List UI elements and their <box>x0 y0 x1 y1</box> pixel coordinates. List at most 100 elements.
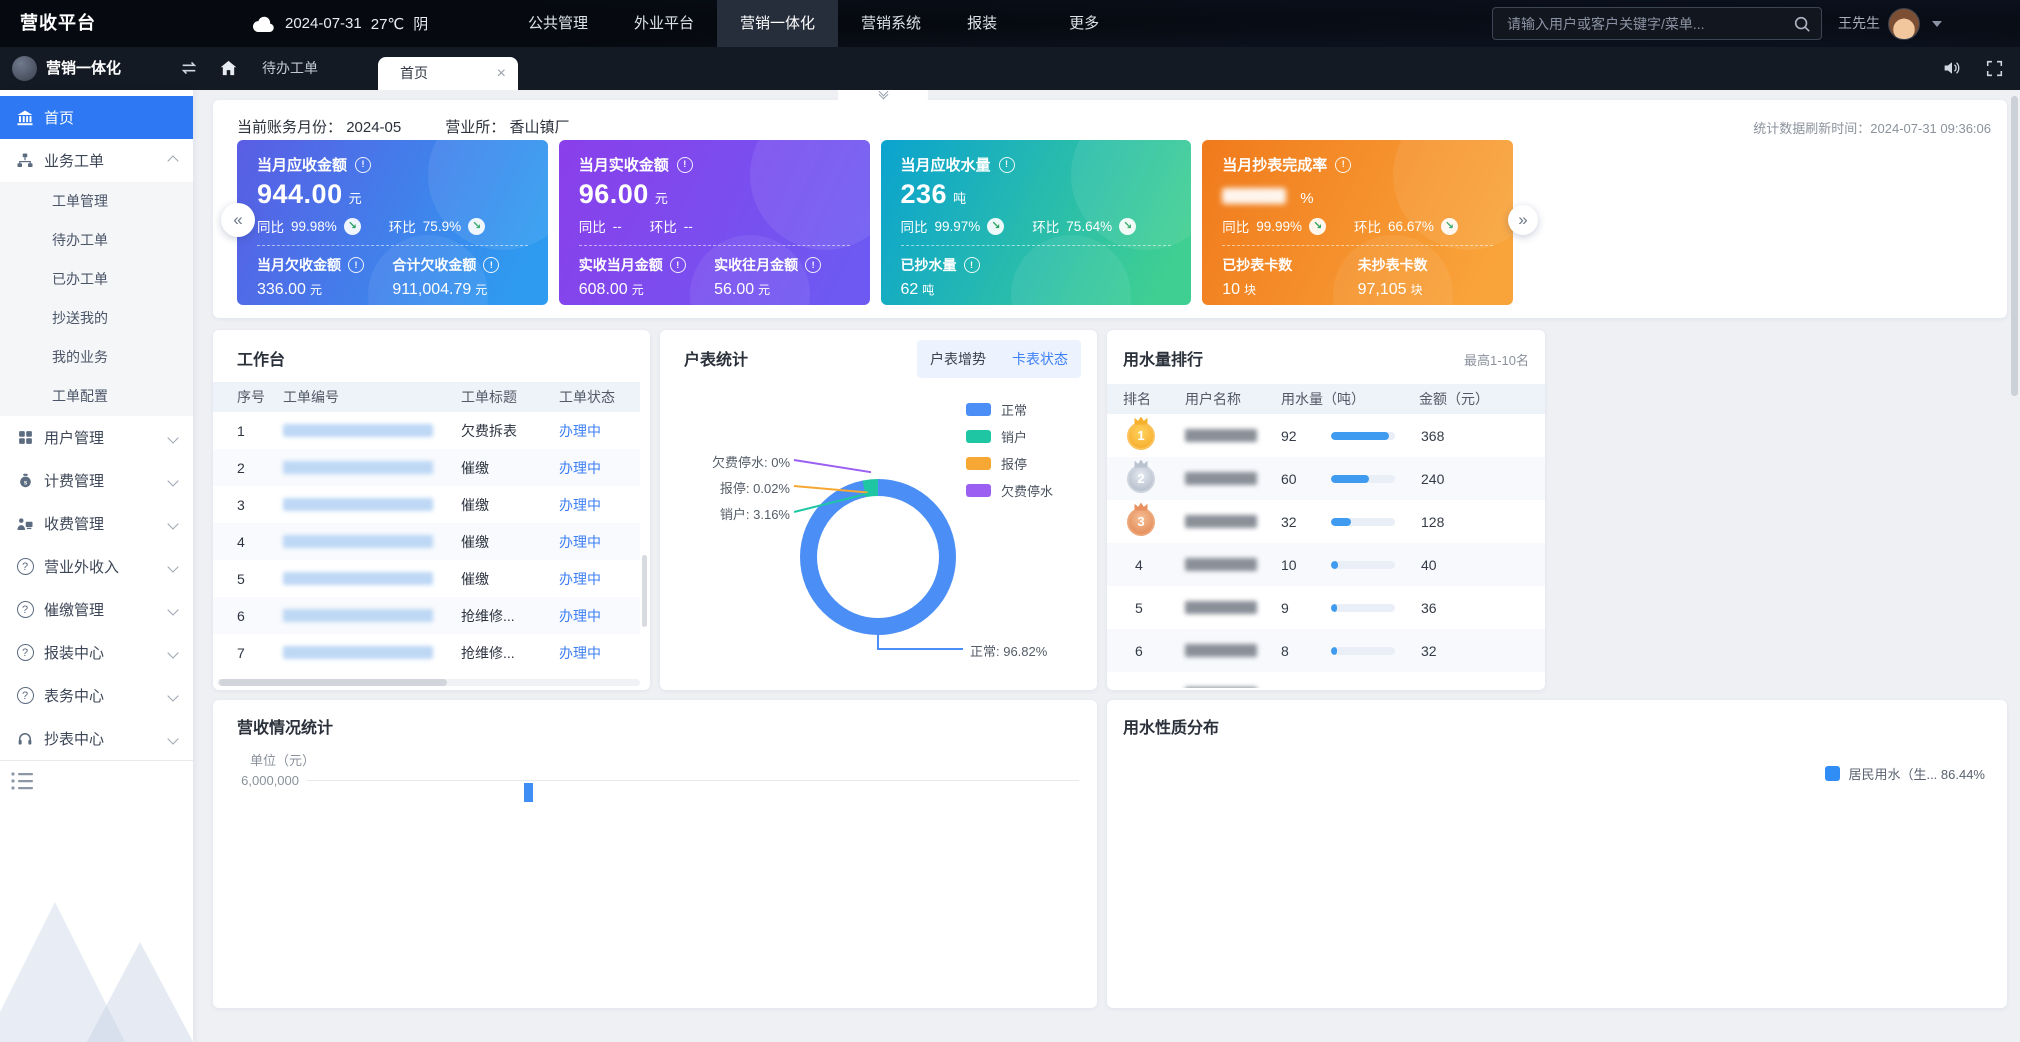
sidebar-group-fee-mgmt[interactable]: 收费管理 <box>0 502 193 545</box>
info-icon[interactable]: ! <box>964 257 980 273</box>
nav-public-mgmt[interactable]: 公共管理 <box>505 0 611 47</box>
chevron-down-icon <box>167 604 178 615</box>
info-icon[interactable]: ! <box>483 257 499 273</box>
info-icon[interactable]: ! <box>670 257 686 273</box>
carousel-prev-button[interactable]: « <box>221 203 255 237</box>
sidebar-group-label: 业务工单 <box>44 150 104 171</box>
silver-medal-icon: 2 <box>1127 465 1155 493</box>
info-icon[interactable]: ! <box>1335 157 1351 173</box>
tab-bar: 营销一体化 待办工单 首页 × <box>0 47 2020 90</box>
info-icon[interactable]: ! <box>805 257 821 273</box>
sidebar-group-meter-reading-center[interactable]: 抄表中心 <box>0 717 193 760</box>
redacted-user-name <box>1185 558 1257 571</box>
sidebar-item-home[interactable]: 首页 <box>0 96 193 139</box>
card-received-amount: 当月实收金额 ! 96.00元 同比-- 环比-- 实收当月金额! 608.00… <box>559 140 870 305</box>
meter-stats-panel: 户表统计 户表增势 卡表状态 正常 销户 报停 欠费停水 欠费停水: <box>660 330 1097 690</box>
global-search <box>1492 7 1822 40</box>
user-name[interactable]: 王先生 <box>1838 0 1880 47</box>
sidebar-item-order-mgmt[interactable]: 工单管理 <box>0 182 193 221</box>
card-trend: 同比99.98% ↘ 环比75.9% ↘ <box>257 216 528 236</box>
table-row[interactable]: 2 催缴办理中 <box>213 449 640 486</box>
sidebar-item-order-config[interactable]: 工单配置 <box>0 377 193 416</box>
callout-overdue: 欠费停水: 0% <box>712 452 790 471</box>
table-row[interactable]: 4 催缴办理中 <box>213 523 640 560</box>
status-link[interactable]: 办理中 <box>559 421 639 441</box>
trend-down-icon: ↘ <box>468 218 485 235</box>
legend-item-residential[interactable]: 居民用水（生... 86.44% <box>1825 764 1985 783</box>
sidebar-group-label: 催缴管理 <box>44 599 104 620</box>
carousel-next-button[interactable]: » <box>1508 205 1538 235</box>
redacted-order-id <box>283 424 433 437</box>
legend-item-normal[interactable]: 正常 <box>966 396 1053 423</box>
redacted-value <box>1222 188 1286 204</box>
sidebar-group-billing-mgmt[interactable]: s 计费管理 <box>0 459 193 502</box>
search-icon[interactable] <box>1793 15 1811 33</box>
collapse-stats-button[interactable] <box>838 90 928 106</box>
redacted-user-name <box>1185 644 1257 657</box>
sidebar-group-installation-center[interactable]: ? 报装中心 <box>0 631 193 674</box>
speaker-icon[interactable] <box>1943 60 1961 76</box>
nav-marketing-integration[interactable]: 营销一体化 <box>717 0 838 47</box>
close-icon[interactable]: × <box>497 57 506 90</box>
status-link[interactable]: 办理中 <box>559 606 639 626</box>
status-link[interactable]: 办理中 <box>559 532 639 552</box>
sidebar-item-label: 首页 <box>44 107 74 128</box>
sidebar-group-user-mgmt[interactable]: 用户管理 <box>0 416 193 459</box>
legend-item-paused[interactable]: 报停 <box>966 450 1053 477</box>
sidebar-item-todo-orders[interactable]: 待办工单 <box>0 221 193 260</box>
table-row[interactable]: 5 催缴办理中 <box>213 560 640 597</box>
table-row[interactable]: 6 抢维修...办理中 <box>213 597 640 634</box>
status-link[interactable]: 办理中 <box>559 569 639 589</box>
sidebar-group-meter-center[interactable]: ? 表务中心 <box>0 674 193 717</box>
table-row[interactable]: 1 欠费拆表办理中 <box>213 412 640 449</box>
user-menu-caret-icon[interactable] <box>1932 21 1942 27</box>
info-icon[interactable]: ! <box>348 257 364 273</box>
horizontal-scrollbar[interactable] <box>219 679 447 686</box>
info-icon[interactable]: ! <box>999 157 1015 173</box>
chevron-down-icon <box>167 432 178 443</box>
sidebar-group-non-operating-income[interactable]: ? 营业外收入 <box>0 545 193 588</box>
tab-card-status[interactable]: 卡表状态 <box>999 349 1081 369</box>
sidebar-group-business-orders[interactable]: 业务工单 <box>0 139 193 182</box>
card-sub-stat: 当月欠收金额! 336.00元 <box>257 255 392 299</box>
trend-down-icon: ↘ <box>1119 218 1136 235</box>
tab-todo-orders[interactable]: 待办工单 <box>250 47 330 90</box>
card-divider <box>901 245 1172 246</box>
swap-icon[interactable] <box>180 60 198 76</box>
legend-item-overdue[interactable]: 欠费停水 <box>966 477 1053 504</box>
card-divider <box>257 245 528 246</box>
workbench-table-header: 序号工单编号 工单标题工单状态 <box>213 382 640 412</box>
redacted-order-id <box>283 535 433 548</box>
sidebar-item-my-business[interactable]: 我的业务 <box>0 338 193 377</box>
status-link[interactable]: 办理中 <box>559 458 639 478</box>
info-icon[interactable]: ! <box>677 157 693 173</box>
legend-item-closed[interactable]: 销户 <box>966 423 1053 450</box>
info-icon[interactable]: ! <box>355 157 371 173</box>
nav-installation[interactable]: 报装 <box>944 0 1020 47</box>
table-row[interactable]: 7 抢维修...办理中 <box>213 634 640 671</box>
chevron-down-icon <box>167 475 178 486</box>
sidebar-item-done-orders[interactable]: 已办工单 <box>0 260 193 299</box>
vertical-scrollbar[interactable] <box>642 555 647 627</box>
status-link[interactable]: 办理中 <box>559 495 639 515</box>
sidebar-item-cc-me[interactable]: 抄送我的 <box>0 299 193 338</box>
status-link[interactable]: 办理中 <box>559 643 639 663</box>
page-scrollbar[interactable] <box>2011 96 2018 396</box>
search-input[interactable] <box>1493 16 1793 32</box>
tab-meter-trend[interactable]: 户表增势 <box>917 349 999 369</box>
home-icon[interactable] <box>220 60 237 76</box>
revenue-chart-panel: 营收情况统计 单位（元） 6,000,000 <box>213 700 1097 1008</box>
fullscreen-icon[interactable] <box>1986 60 2003 77</box>
avatar[interactable] <box>1888 8 1920 40</box>
nav-more[interactable]: 更多 <box>1046 0 1122 47</box>
water-nature-title: 用水性质分布 <box>1123 714 1219 738</box>
menu-list-icon[interactable] <box>10 770 36 792</box>
table-row[interactable]: 3 催缴办理中 <box>213 486 640 523</box>
grid-icon <box>16 429 34 447</box>
sidebar-group-collection-mgmt[interactable]: ? 催缴管理 <box>0 588 193 631</box>
nav-field-platform[interactable]: 外业平台 <box>611 0 717 47</box>
nav-marketing-system[interactable]: 营销系统 <box>838 0 944 47</box>
tab-home-active[interactable]: 首页 × <box>378 57 518 90</box>
card-sub-stat: 已抄表卡数 10块 <box>1222 255 1357 299</box>
redacted-user-name <box>1185 472 1257 485</box>
